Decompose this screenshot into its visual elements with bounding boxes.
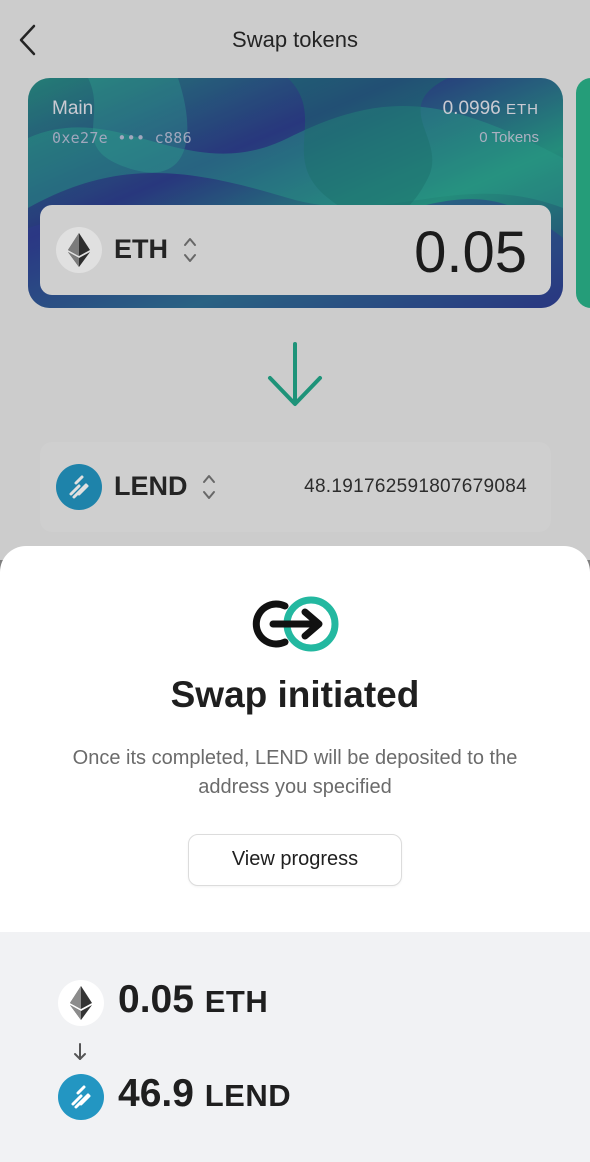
wallet-balance: 0.0996 ETH	[443, 98, 539, 120]
summary-from-unit: ETH	[204, 984, 269, 1019]
to-amount-value: 48.191762591807679084	[304, 476, 527, 497]
to-token-stepper-icon[interactable]	[201, 471, 217, 503]
swap-summary: 0.05 ETH 46.9 LEND	[0, 932, 590, 1162]
view-progress-button[interactable]: View progress	[188, 834, 402, 886]
page-title: Swap tokens	[232, 27, 358, 52]
swap-screen: Swap tokens Main 0xe27e ••• c886 0.0996 …	[0, 0, 590, 560]
wallet-balance-value: 0.0996	[442, 98, 501, 119]
wallet-balance-unit: ETH	[506, 101, 539, 118]
from-amount-value[interactable]: 0.05	[414, 219, 527, 286]
next-wallet-card[interactable]	[576, 78, 590, 308]
from-amount-box[interactable]: ETH 0.05	[40, 205, 551, 295]
sheet-description: Once its completed, LEND will be deposit…	[72, 747, 518, 798]
from-token-stepper-icon[interactable]	[182, 234, 198, 266]
lend-icon	[56, 464, 102, 510]
to-amount-box[interactable]: LEND 48.191762591807679084	[40, 442, 551, 532]
summary-to-value: 46.9	[118, 1072, 194, 1115]
summary-to-unit: LEND	[204, 1078, 292, 1113]
eth-icon	[58, 980, 104, 1026]
eth-icon	[56, 227, 102, 273]
nav-bar: Swap tokens	[0, 0, 590, 80]
summary-from-amount: 0.05 ETH	[118, 978, 268, 1022]
swap-initiated-sheet: Swap initiated Once its completed, LEND …	[0, 546, 590, 1162]
swap-link-icon	[245, 594, 345, 654]
summary-down-arrow-icon	[72, 1042, 88, 1062]
sheet-title: Swap initiated	[170, 674, 420, 715]
down-arrow-icon	[264, 340, 326, 410]
summary-to-amount: 46.9 LEND	[118, 1072, 291, 1116]
wallet-address: 0xe27e ••• c886	[52, 129, 192, 147]
wallet-name: Main	[52, 98, 94, 119]
to-token-label[interactable]: LEND	[114, 471, 188, 502]
summary-from-value: 0.05	[118, 978, 194, 1021]
wallet-token-count: 0 Tokens	[479, 129, 539, 146]
from-token-label[interactable]: ETH	[114, 234, 168, 265]
lend-icon	[58, 1074, 104, 1120]
